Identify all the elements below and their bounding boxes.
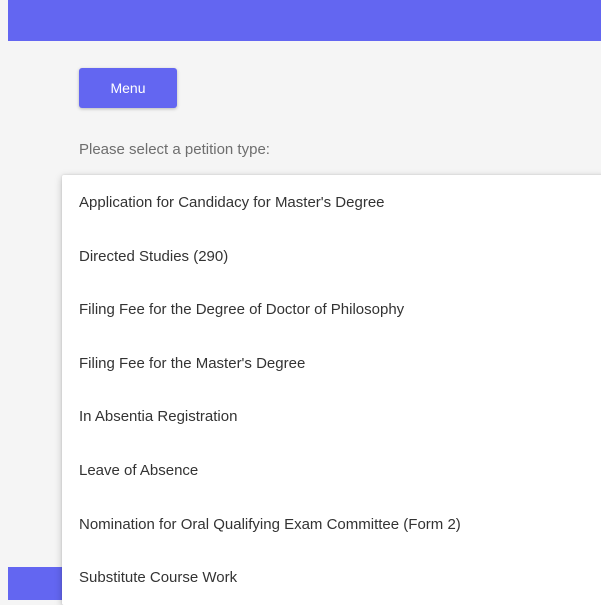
option-nomination-oral-exam[interactable]: Nomination for Oral Qualifying Exam Comm… [62, 498, 601, 552]
option-substitute-course-work[interactable]: Substitute Course Work [62, 551, 601, 605]
option-filing-fee-masters[interactable]: Filing Fee for the Master's Degree [62, 337, 601, 391]
petition-type-label: Please select a petition type: [79, 141, 270, 158]
option-leave-of-absence[interactable]: Leave of Absence [62, 444, 601, 498]
menu-button[interactable]: Menu [79, 68, 177, 108]
option-in-absentia-registration[interactable]: In Absentia Registration [62, 390, 601, 444]
top-app-bar [8, 0, 601, 41]
option-filing-fee-doctor[interactable]: Filing Fee for the Degree of Doctor of P… [62, 283, 601, 337]
option-application-for-candidacy[interactable]: Application for Candidacy for Master's D… [62, 176, 601, 230]
petition-type-dropdown[interactable]: Application for Candidacy for Master's D… [62, 175, 601, 605]
option-directed-studies[interactable]: Directed Studies (290) [62, 230, 601, 284]
